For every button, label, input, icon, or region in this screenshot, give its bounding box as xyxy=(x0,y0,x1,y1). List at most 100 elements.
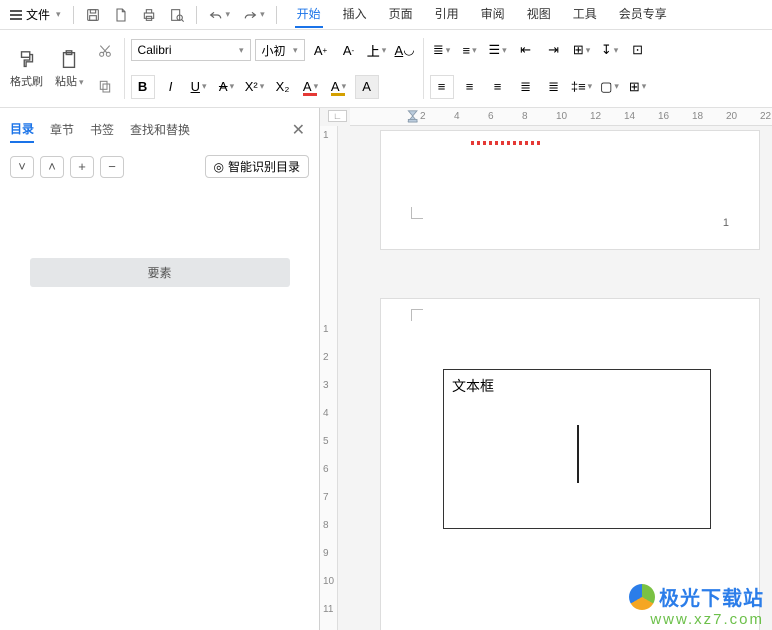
undo-button[interactable]: ▾ xyxy=(203,4,236,26)
shrink-font-button[interactable]: A- xyxy=(337,38,361,62)
remove-button[interactable]: − xyxy=(100,156,124,178)
tab-review[interactable]: 审阅 xyxy=(479,1,507,28)
align-center-button[interactable]: ≡ xyxy=(458,75,482,99)
format-painter-label: 格式刷 xyxy=(10,73,43,89)
side-tab-bookmarks[interactable]: 书签 xyxy=(90,117,114,142)
paste-button[interactable]: 粘贴▾ xyxy=(55,49,84,89)
align-justify-button[interactable]: ≣ xyxy=(514,75,538,99)
tab-view[interactable]: 视图 xyxy=(525,1,553,28)
document-canvas[interactable]: ∟ 246810121416182022 112345678910111213 … xyxy=(320,108,772,630)
smart-toc-label: 智能识别目录 xyxy=(228,158,300,175)
horizontal-ruler[interactable]: ∟ 246810121416182022 xyxy=(350,108,772,126)
vertical-ruler[interactable]: 112345678910111213 xyxy=(320,126,338,630)
shading-button[interactable]: ▢▾ xyxy=(598,75,622,99)
ruler-tab-button[interactable]: ∟ xyxy=(328,110,347,122)
tab-reference[interactable]: 引用 xyxy=(433,1,461,28)
text-box[interactable]: 文本框 xyxy=(443,369,711,529)
smart-toc-button[interactable]: ◎ 智能识别目录 xyxy=(205,155,310,178)
preview-icon[interactable] xyxy=(164,4,190,26)
toc-element-item[interactable]: 要素 xyxy=(30,258,290,287)
decrease-indent-button[interactable]: ⇤ xyxy=(514,38,538,62)
side-tab-findreplace[interactable]: 查找和替换 xyxy=(130,117,190,142)
watermark-url: www.xz7.com xyxy=(629,611,764,628)
ruler-tick: 16 xyxy=(658,111,669,122)
ruler-tick: 10 xyxy=(556,111,567,122)
separator xyxy=(423,38,424,99)
redo-button[interactable]: ▾ xyxy=(237,4,270,26)
close-panel-button[interactable]: ✕ xyxy=(288,120,309,140)
file-menu-button[interactable]: 文件 ▾ xyxy=(4,4,67,25)
save-icon[interactable] xyxy=(80,4,106,26)
font-name-select[interactable]: Calibri▾ xyxy=(131,39,251,61)
side-tab-chapters[interactable]: 章节 xyxy=(50,117,74,142)
navigation-panel: 目录 章节 书签 查找和替换 ✕ ˅ ˄ + − ◎ 智能识别目录 要素 xyxy=(0,108,320,630)
font-size-value: 小初 xyxy=(262,42,286,59)
char-shading-button[interactable]: A xyxy=(355,75,379,99)
separator xyxy=(196,6,197,24)
export-icon[interactable] xyxy=(108,4,134,26)
clear-format-button[interactable]: A◡ xyxy=(393,38,417,62)
print-icon[interactable] xyxy=(136,4,162,26)
expand-button[interactable]: ˄ xyxy=(40,156,64,178)
top-menu-bar: 文件 ▾ ▾ ▾ 开始 插入 页面 引用 审阅 视图 工具 会员专享 xyxy=(0,0,772,30)
ribbon-toolbar: 格式刷 粘贴▾ Calibri▾ 小初▾ A+ A- ㆖▾ A◡ B I U▾ … xyxy=(0,30,772,108)
document-page-2[interactable]: 文本框 xyxy=(380,298,760,630)
ruler-tick: 12 xyxy=(590,111,601,122)
paragraph-options-button[interactable]: ⊞▾ xyxy=(570,38,594,62)
ruler-tick: 10 xyxy=(323,576,334,587)
side-panel-tools: ˅ ˄ + − ◎ 智能识别目录 xyxy=(10,155,309,178)
toc-element-label: 要素 xyxy=(147,266,171,280)
ruler-tick: 6 xyxy=(323,464,329,475)
tab-start[interactable]: 开始 xyxy=(295,1,323,28)
italic-button[interactable]: I xyxy=(159,75,183,99)
ruler-tick: 18 xyxy=(692,111,703,122)
ruler-tick: 1 xyxy=(323,130,329,141)
superscript-button[interactable]: X²▾ xyxy=(243,75,267,99)
ribbon-tabs: 开始 插入 页面 引用 审阅 视图 工具 会员专享 xyxy=(295,1,669,28)
target-icon: ◎ xyxy=(214,160,224,174)
add-button[interactable]: + xyxy=(70,156,94,178)
font-color-button[interactable]: A▾ xyxy=(299,75,323,99)
align-left-button[interactable]: ≡ xyxy=(430,75,454,99)
grow-font-button[interactable]: A+ xyxy=(309,38,333,62)
borders-button[interactable]: ⊞▾ xyxy=(626,75,650,99)
ruler-tick: 1 xyxy=(323,324,329,335)
ruler-tick: 5 xyxy=(323,436,329,447)
cut-icon[interactable] xyxy=(92,40,118,62)
indent-marker[interactable] xyxy=(404,109,430,123)
document-page-1[interactable]: 1 xyxy=(380,130,760,250)
line-spacing-button[interactable]: ‡≡▾ xyxy=(570,75,594,99)
tab-member[interactable]: 会员专享 xyxy=(617,1,669,28)
tab-page[interactable]: 页面 xyxy=(387,1,415,28)
increase-indent-button[interactable]: ⇥ xyxy=(542,38,566,62)
distribute-button[interactable]: ≣ xyxy=(542,75,566,99)
subscript-button[interactable]: X₂ xyxy=(271,75,295,99)
tab-tools[interactable]: 工具 xyxy=(571,1,599,28)
collapse-button[interactable]: ˅ xyxy=(10,156,34,178)
font-size-select[interactable]: 小初▾ xyxy=(255,39,305,61)
separator xyxy=(276,6,277,24)
textbox-content: 文本框 xyxy=(452,378,494,394)
page-number: 1 xyxy=(723,217,729,229)
highlight-button[interactable]: A▾ xyxy=(327,75,351,99)
show-marks-button[interactable]: ⊡ xyxy=(626,38,650,62)
align-right-button[interactable]: ≡ xyxy=(486,75,510,99)
sort-button[interactable]: ↧▾ xyxy=(598,38,622,62)
ruler-tick: 2 xyxy=(323,352,329,363)
format-painter-button[interactable]: 格式刷 xyxy=(10,49,43,89)
multilevel-list-button[interactable]: ☰▾ xyxy=(486,38,510,62)
bullet-list-button[interactable]: ≣▾ xyxy=(430,38,454,62)
tab-insert[interactable]: 插入 xyxy=(341,1,369,28)
underline-button[interactable]: U▾ xyxy=(187,75,211,99)
strikethrough-button[interactable]: A▾ xyxy=(215,75,239,99)
copy-icon[interactable] xyxy=(92,75,118,97)
side-tab-toc[interactable]: 目录 xyxy=(10,116,34,143)
logo-swirl-icon xyxy=(629,584,655,610)
ruler-tick: 14 xyxy=(624,111,635,122)
bold-button[interactable]: B xyxy=(131,75,155,99)
margin-corner xyxy=(411,207,423,219)
ruler-tick: 9 xyxy=(323,548,329,559)
phonetic-guide-button[interactable]: ㆖▾ xyxy=(365,38,389,62)
number-list-button[interactable]: ≡▾ xyxy=(458,38,482,62)
file-menu-label: 文件 xyxy=(26,6,50,23)
